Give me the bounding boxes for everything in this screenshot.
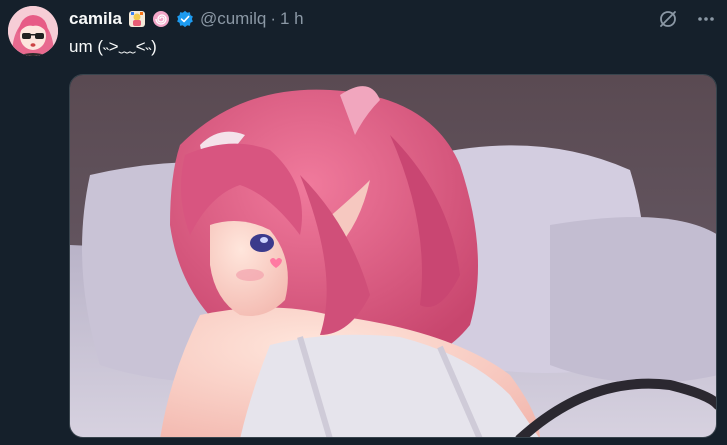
separator-dot: · <box>270 9 276 28</box>
avatar-image <box>8 6 58 56</box>
display-name[interactable]: camila <box>69 8 122 30</box>
tweet-actions-top <box>657 8 717 30</box>
emoji-badge-icon <box>128 11 145 27</box>
timestamp[interactable]: 1 h <box>280 8 304 30</box>
verified-check-icon <box>177 10 193 28</box>
tweet-media[interactable] <box>69 74 717 438</box>
tweet[interactable]: camila @cumilq · 1 h um (˵>﹏<˵) <box>0 0 727 445</box>
more-options-button[interactable] <box>695 8 717 30</box>
anime-illustration-image <box>70 75 716 437</box>
tweet-text: um (˵>﹏<˵) <box>69 37 157 56</box>
more-options-icon <box>698 17 714 21</box>
lollipop-badge-icon <box>152 11 169 27</box>
grok-button[interactable] <box>657 8 679 30</box>
grok-icon <box>660 11 676 27</box>
tweet-header: camila @cumilq · 1 h <box>69 8 304 30</box>
user-handle[interactable]: @cumilq <box>200 8 266 30</box>
avatar[interactable] <box>8 6 58 56</box>
